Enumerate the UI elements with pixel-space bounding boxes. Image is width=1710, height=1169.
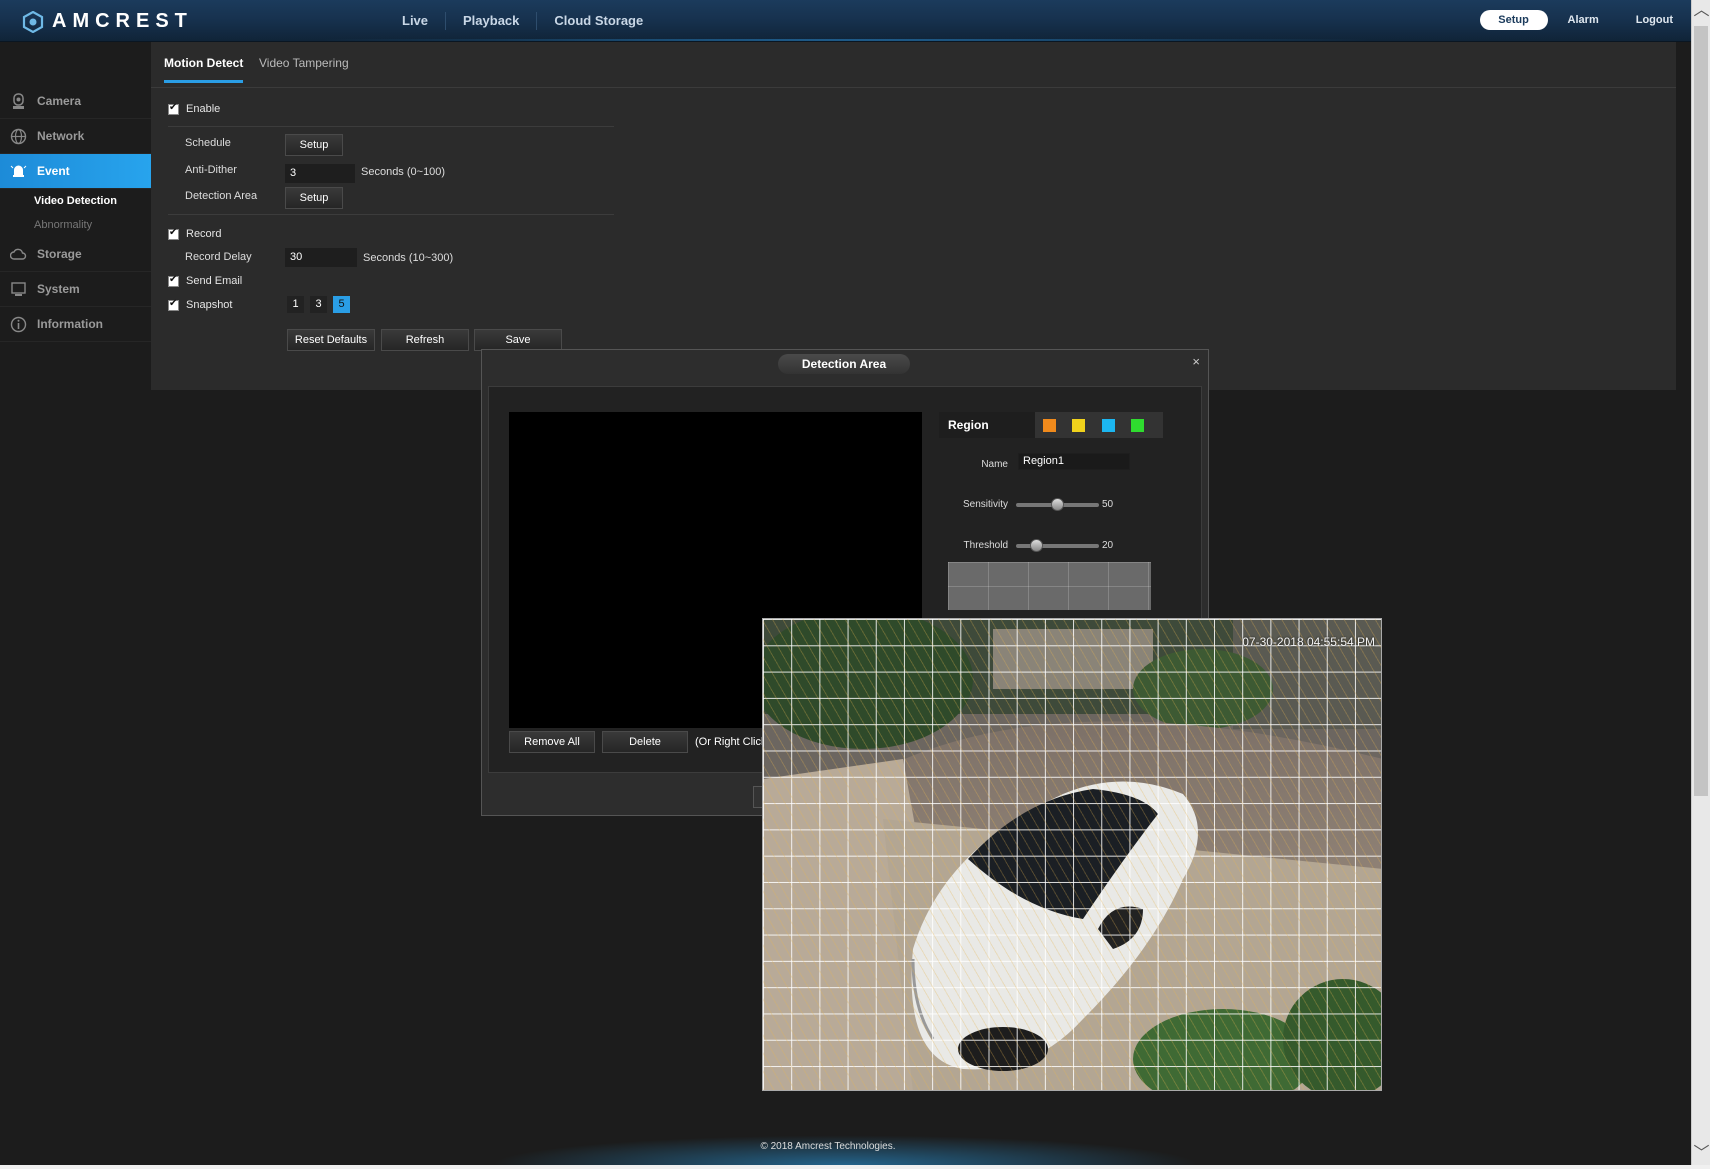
footer: © 2018 Amcrest Technologies. [0,1130,1691,1165]
snapshot-row: Snapshot [168,298,233,311]
monitor-icon [11,281,26,296]
sidebar-item-label: System [37,282,80,296]
snapshot-checkbox[interactable] [168,298,179,311]
detection-area-setup-button[interactable]: Setup [285,187,343,209]
setup-button[interactable]: Setup [1479,10,1548,30]
nav-live[interactable]: Live [385,12,445,30]
refresh-button[interactable]: Refresh [381,329,469,351]
send-email-checkbox[interactable] [168,274,179,287]
region-color-blue[interactable] [1102,419,1115,432]
sidebar-item-label: Event [37,164,70,178]
sensitivity-value: 50 [1102,499,1114,510]
sidebar-item-label: Camera [37,94,82,108]
brand-name: AMCREST [52,10,193,32]
threshold-slider[interactable] [1016,539,1099,552]
sidebar-item-storage[interactable]: Storage [0,237,158,272]
record-label: Record [186,228,222,240]
nav-cloud-storage[interactable]: Cloud Storage [536,12,660,30]
enable-row: Enable [168,102,221,115]
delete-button[interactable]: Delete [602,731,688,753]
copyright-text: © 2018 Amcrest Technologies. [760,1141,896,1152]
save-button[interactable]: Save [474,329,562,351]
divider [168,214,614,215]
threshold-label: Threshold [963,540,1008,551]
threshold-value: 20 [1102,540,1114,551]
scroll-down-arrow-icon[interactable]: ﹀ [1692,1143,1710,1165]
top-nav: Live Playback Cloud Storage [385,0,660,42]
top-right-nav: Setup Alarm Logout [1479,10,1691,30]
amcrest-logo-icon [22,10,44,33]
sidebar-item-label: Information [37,317,103,331]
sidebar-item-event[interactable]: Event [0,154,166,189]
tab-motion-detect[interactable]: Motion Detect [164,56,244,83]
name-label: Name [981,459,1008,470]
send-email-label: Send Email [186,275,243,287]
remove-all-button[interactable]: Remove All [509,731,595,753]
enable-checkbox[interactable] [168,102,179,115]
reset-defaults-button[interactable]: Reset Defaults [287,329,375,351]
region-color-green[interactable] [1131,419,1144,432]
scroll-thumb[interactable] [1694,26,1708,796]
sensitivity-slider[interactable] [1016,498,1099,511]
sidebar-item-label: Storage [37,247,82,261]
camera-icon [13,92,24,109]
nav-playback[interactable]: Playback [445,12,536,30]
record-delay-label: Record Delay [185,251,252,263]
vertical-scrollbar[interactable]: ︿ ﹀ [1691,0,1710,1165]
tab-video-tampering[interactable]: Video Tampering [259,56,349,80]
sidebar-item-network[interactable]: Network [0,119,158,154]
scroll-up-arrow-icon[interactable]: ︿ [1692,0,1710,22]
cloud-icon [10,248,27,260]
sidebar-item-label: Network [37,129,85,143]
send-email-row: Send Email [168,274,243,287]
snapshot-option-5[interactable]: 5 [333,296,350,313]
enable-label: Enable [186,103,221,115]
bell-icon [10,165,27,177]
brand-logo: AMCREST [22,10,193,33]
camera-snapshot[interactable]: 07-30-2018 04:55:54 PM [762,618,1382,1091]
schedule-setup-button[interactable]: Setup [285,134,343,156]
top-bar: AMCREST Live Playback Cloud Storage Setu… [0,0,1691,42]
close-icon[interactable]: × [1192,354,1200,369]
sidebar: Camera Network Event Video Detection Abn… [0,84,166,342]
anti-dither-input[interactable]: 3 [285,164,355,183]
region-color-orange[interactable] [1043,419,1056,432]
motion-detection-grid[interactable] [763,619,1381,1090]
motion-detect-panel: Motion Detect Video Tampering Enable Sch… [151,42,1676,390]
globe-icon [10,128,27,144]
logout-link[interactable]: Logout [1636,14,1673,26]
anti-dither-label: Anti-Dither [185,164,237,176]
sensitivity-label: Sensitivity [962,499,1008,510]
alarm-link[interactable]: Alarm [1568,14,1599,26]
sidebar-item-camera[interactable]: Camera [0,84,158,119]
region-name-input[interactable]: Region1 [1018,453,1130,470]
region-label: Region [939,412,1035,438]
region-color-yellow[interactable] [1072,419,1085,432]
divider [168,126,614,127]
right-click-hint: (Or Right Click [695,736,767,748]
sidebar-subitem-abnormality[interactable]: Abnormality [0,213,158,237]
snapshot-option-1[interactable]: 1 [287,296,304,313]
threshold-slider-knob[interactable] [1030,539,1043,552]
dialog-title: Detection Area [778,354,910,374]
sensitivity-slider-knob[interactable] [1051,498,1064,511]
schedule-label: Schedule [185,137,231,149]
taskbar-strip [0,1165,1710,1169]
sidebar-subitem-video-detection[interactable]: Video Detection [0,189,158,213]
detection-area-label: Detection Area [185,190,258,202]
anti-dither-unit: Seconds (0~100) [361,166,446,178]
sidebar-item-information[interactable]: Information [0,307,158,342]
tab-bar: Motion Detect Video Tampering [151,42,1676,88]
record-checkbox[interactable] [168,227,179,240]
record-delay-unit: Seconds (10~300) [363,252,454,264]
region-grid-preview [948,562,1151,610]
record-row: Record [168,227,222,240]
info-icon [10,316,27,332]
snapshot-label: Snapshot [186,299,233,311]
snapshot-option-3[interactable]: 3 [310,296,327,313]
camera-timestamp: 07-30-2018 04:55:54 PM [1242,635,1375,649]
sidebar-item-system[interactable]: System [0,272,158,307]
region-selector: Region [939,412,1163,438]
record-delay-input[interactable]: 30 [285,248,357,267]
